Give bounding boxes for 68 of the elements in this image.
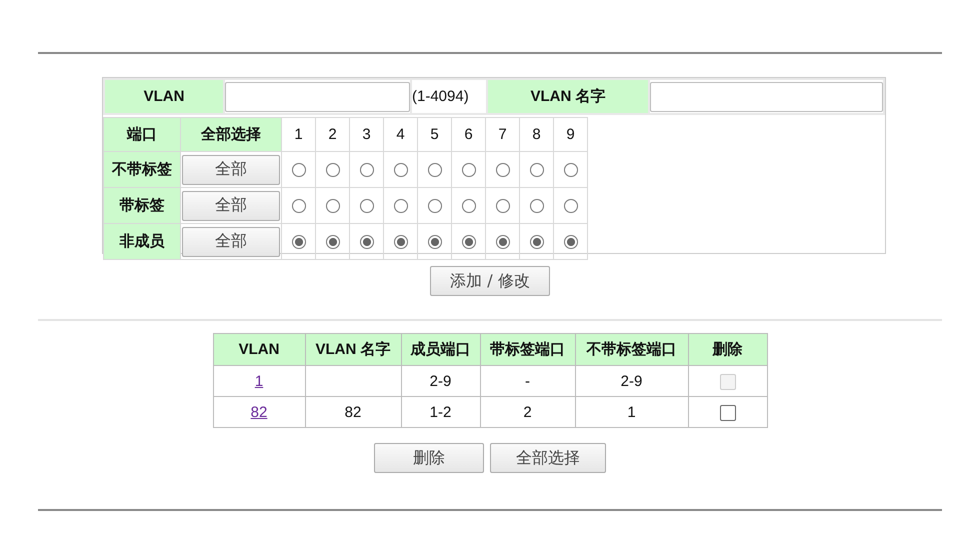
radio-button[interactable] <box>530 163 544 178</box>
radio-button[interactable] <box>292 163 306 178</box>
range-hint: (1-4094) <box>411 79 487 114</box>
table-cell: 2 <box>480 396 575 428</box>
vlan-name-label: VLAN 名字 <box>487 79 649 114</box>
radio-button[interactable] <box>462 163 476 178</box>
radio-button[interactable] <box>530 199 544 214</box>
port-number: 7 <box>486 118 520 152</box>
radio-button[interactable] <box>530 235 544 250</box>
select-all-header: 全部选择 <box>180 118 282 152</box>
row-label: 不带标签 <box>104 152 180 188</box>
column-header: VLAN <box>213 334 305 366</box>
table-cell: 2-9 <box>401 366 480 396</box>
table-cell: 82 <box>305 396 401 428</box>
radio-button[interactable] <box>564 235 578 250</box>
column-header: VLAN 名字 <box>305 334 401 366</box>
radio-button[interactable] <box>326 199 340 214</box>
add-modify-button[interactable]: 添加 / 修改 <box>430 266 550 296</box>
action-button[interactable]: 删除 <box>374 443 484 473</box>
vlan-label: VLAN <box>104 79 224 114</box>
column-header: 不带标签端口 <box>575 334 688 366</box>
port-number: 8 <box>520 118 554 152</box>
radio-button[interactable] <box>326 235 340 250</box>
select-all-button[interactable]: 全部 <box>182 190 280 220</box>
row-label: 带标签 <box>104 188 180 224</box>
radio-button[interactable] <box>360 199 374 214</box>
delete-checkbox[interactable] <box>720 404 736 421</box>
radio-button[interactable] <box>326 163 340 178</box>
radio-button[interactable] <box>292 199 306 214</box>
radio-button[interactable] <box>564 199 578 214</box>
port-number: 5 <box>418 118 452 152</box>
port-number: 9 <box>554 118 588 152</box>
row-label: 非成员 <box>104 224 180 260</box>
radio-button[interactable] <box>496 235 510 250</box>
port-number: 6 <box>452 118 486 152</box>
radio-button[interactable] <box>462 199 476 214</box>
table-cell: 1-2 <box>401 396 480 428</box>
vlan-link[interactable]: 1 <box>254 372 264 390</box>
port-header: 端口 <box>104 118 180 152</box>
select-all-button[interactable]: 全部 <box>182 154 280 184</box>
port-number: 4 <box>384 118 418 152</box>
radio-button[interactable] <box>360 163 374 178</box>
table-cell: 2-9 <box>575 366 688 396</box>
radio-button[interactable] <box>496 199 510 214</box>
vlan-id-field[interactable] <box>225 82 410 112</box>
column-header: 带标签端口 <box>480 334 575 366</box>
radio-button[interactable] <box>564 163 578 178</box>
radio-button[interactable] <box>394 163 408 178</box>
port-number: 3 <box>350 118 384 152</box>
action-button[interactable]: 全部选择 <box>490 443 606 473</box>
port-number: 1 <box>282 118 316 152</box>
radio-button[interactable] <box>428 235 442 250</box>
vlan-name-field[interactable] <box>650 82 883 112</box>
column-header: 删除 <box>688 334 767 366</box>
radio-button[interactable] <box>428 199 442 214</box>
vlan-link[interactable]: 82 <box>250 404 268 420</box>
radio-button[interactable] <box>428 163 442 178</box>
table-cell: 1 <box>575 396 688 428</box>
radio-button[interactable] <box>360 235 374 250</box>
table-cell: - <box>480 366 575 396</box>
radio-button[interactable] <box>394 235 408 250</box>
radio-button[interactable] <box>462 235 476 250</box>
column-header: 成员端口 <box>401 334 480 366</box>
radio-button[interactable] <box>292 235 306 250</box>
radio-button[interactable] <box>496 163 510 178</box>
radio-button[interactable] <box>394 199 408 214</box>
select-all-button[interactable]: 全部 <box>182 226 280 256</box>
port-number: 2 <box>316 118 350 152</box>
